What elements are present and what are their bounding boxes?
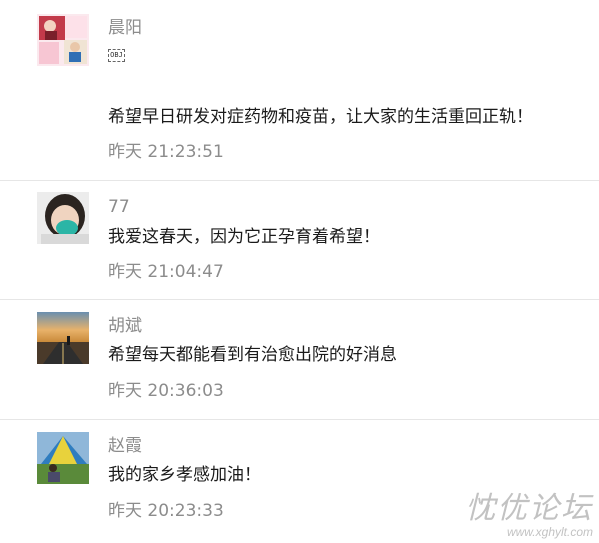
road-sunset-avatar[interactable] [37, 312, 89, 364]
comment-item: 晨阳 OBJ 希望早日研发对症药物和疫苗，让大家的生活重回正轨！ 昨天 21:2… [0, 0, 599, 180]
commenter-name: 77 [108, 197, 130, 217]
comment-time: 昨天 21:23:51 [108, 142, 224, 162]
comment-item: 77 我爱这春天，因为它正孕育着希望！ 昨天 21:04:47 [0, 180, 599, 300]
comment-text: 我爱这春天，因为它正孕育着希望！ [108, 227, 380, 247]
comment-time: 昨天 21:04:47 [108, 262, 224, 282]
commenter-name: 胡斌 [108, 316, 142, 336]
child-with-mask-avatar[interactable] [37, 192, 89, 244]
site-watermark: 忱优论坛 www.xghylt.com [465, 492, 593, 539]
emoji-glyph: OBJ [108, 49, 125, 62]
comment-item: 胡斌 希望每天都能看到有治愈出院的好消息 昨天 20:36:03 [0, 299, 599, 420]
comment-text: 希望每天都能看到有治愈出院的好消息 [108, 345, 397, 365]
watermark-url: www.xghylt.com [506, 525, 593, 539]
commenter-name: 晨阳 [108, 18, 142, 38]
comment-text: 我的家乡孝感加油！ [108, 465, 261, 485]
comment-time: 昨天 20:23:33 [108, 501, 224, 521]
comment-text: 希望早日研发对症药物和疫苗，让大家的生活重回正轨！ [108, 107, 533, 127]
watermark-title: 忱优论坛 [465, 491, 593, 526]
comment-time: 昨天 20:36:03 [108, 381, 224, 401]
commenter-name: 赵霞 [108, 436, 142, 456]
tent-outdoor-avatar[interactable] [37, 432, 89, 484]
collage-photo-avatar[interactable] [37, 14, 89, 66]
